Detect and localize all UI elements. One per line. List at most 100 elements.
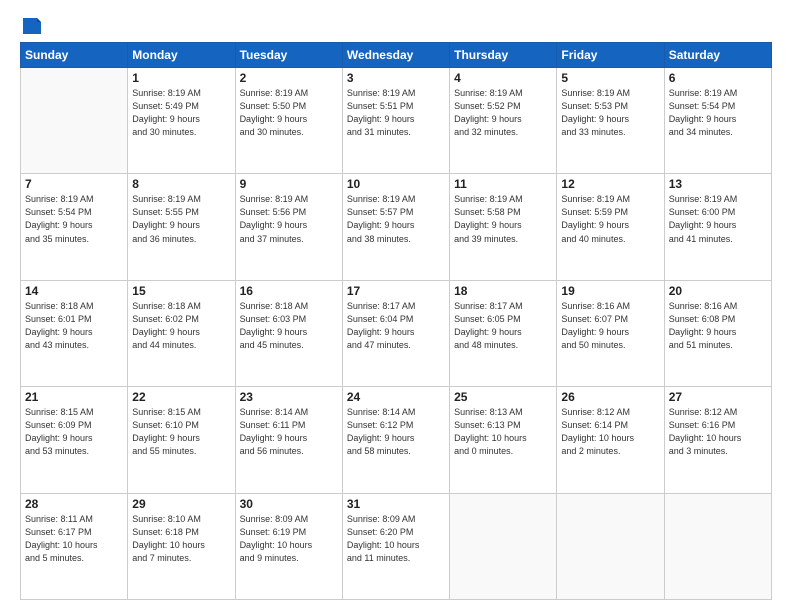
day-number: 8 (132, 177, 230, 191)
day-number: 31 (347, 497, 445, 511)
day-number: 27 (669, 390, 767, 404)
day-number: 23 (240, 390, 338, 404)
day-info: Sunrise: 8:16 AM Sunset: 6:07 PM Dayligh… (561, 300, 659, 352)
page: SundayMondayTuesdayWednesdayThursdayFrid… (0, 0, 792, 612)
col-header-sunday: Sunday (21, 43, 128, 68)
day-info: Sunrise: 8:19 AM Sunset: 5:51 PM Dayligh… (347, 87, 445, 139)
calendar-cell: 1 Sunrise: 8:19 AM Sunset: 5:49 PM Daylig… (128, 68, 235, 174)
day-info: Sunrise: 8:17 AM Sunset: 6:04 PM Dayligh… (347, 300, 445, 352)
day-number: 14 (25, 284, 123, 298)
day-number: 18 (454, 284, 552, 298)
calendar-cell: 3 Sunrise: 8:19 AM Sunset: 5:51 PM Daylig… (342, 68, 449, 174)
week-row-5: 28Sunrise: 8:11 AM Sunset: 6:17 PM Dayli… (21, 493, 772, 599)
day-info: Sunrise: 8:14 AM Sunset: 6:12 PM Dayligh… (347, 406, 445, 458)
week-row-1: 1 Sunrise: 8:19 AM Sunset: 5:49 PM Daylig… (21, 68, 772, 174)
header (20, 16, 772, 32)
day-info: Sunrise: 8:19 AM Sunset: 5:49 PM Dayligh… (132, 87, 230, 139)
week-row-2: 7Sunrise: 8:19 AM Sunset: 5:54 PM Daylig… (21, 174, 772, 280)
day-number: 25 (454, 390, 552, 404)
day-info: Sunrise: 8:19 AM Sunset: 5:55 PM Dayligh… (132, 193, 230, 245)
day-number: 20 (669, 284, 767, 298)
day-number: 11 (454, 177, 552, 191)
calendar-cell: 12 Sunrise: 8:19 AM Sunset: 5:59 PM Dayli… (557, 174, 664, 280)
day-number: 21 (25, 390, 123, 404)
day-info: Sunrise: 8:19 AM Sunset: 5:54 PM Dayligh… (669, 87, 767, 139)
day-info: Sunrise: 8:16 AM Sunset: 6:08 PM Dayligh… (669, 300, 767, 352)
day-info: Sunrise: 8:09 AM Sunset: 6:20 PM Dayligh… (347, 513, 445, 565)
calendar-cell: 14 Sunrise: 8:18 AM Sunset: 6:01 PM Dayli… (21, 280, 128, 386)
calendar-cell: 18 Sunrise: 8:17 AM Sunset: 6:05 PM Dayli… (450, 280, 557, 386)
calendar: SundayMondayTuesdayWednesdayThursdayFrid… (20, 42, 772, 600)
day-number: 12 (561, 177, 659, 191)
day-info: Sunrise: 8:15 AM Sunset: 6:10 PM Dayligh… (132, 406, 230, 458)
day-info: Sunrise: 8:14 AM Sunset: 6:11 PM Dayligh… (240, 406, 338, 458)
day-number: 9 (240, 177, 338, 191)
calendar-cell: 31 Sunrise: 8:09 AM Sunset: 6:20 PM Dayli… (342, 493, 449, 599)
col-header-wednesday: Wednesday (342, 43, 449, 68)
calendar-cell: 27 Sunrise: 8:12 AM Sunset: 6:16 PM Dayli… (664, 387, 771, 493)
calendar-cell: 4 Sunrise: 8:19 AM Sunset: 5:52 PM Daylig… (450, 68, 557, 174)
calendar-cell: 11 Sunrise: 8:19 AM Sunset: 5:58 PM Dayli… (450, 174, 557, 280)
calendar-cell: 10 Sunrise: 8:19 AM Sunset: 5:57 PM Dayli… (342, 174, 449, 280)
day-number: 16 (240, 284, 338, 298)
day-info: Sunrise: 8:18 AM Sunset: 6:02 PM Dayligh… (132, 300, 230, 352)
calendar-cell: 6 Sunrise: 8:19 AM Sunset: 5:54 PM Daylig… (664, 68, 771, 174)
calendar-cell (21, 68, 128, 174)
calendar-cell: 8 Sunrise: 8:19 AM Sunset: 5:55 PM Daylig… (128, 174, 235, 280)
calendar-cell: 13Sunrise: 8:19 AM Sunset: 6:00 PM Dayli… (664, 174, 771, 280)
day-number: 24 (347, 390, 445, 404)
calendar-cell: 16 Sunrise: 8:18 AM Sunset: 6:03 PM Dayli… (235, 280, 342, 386)
calendar-cell: 25Sunrise: 8:13 AM Sunset: 6:13 PM Dayli… (450, 387, 557, 493)
week-row-3: 14 Sunrise: 8:18 AM Sunset: 6:01 PM Dayli… (21, 280, 772, 386)
calendar-cell: 9Sunrise: 8:19 AM Sunset: 5:56 PM Daylig… (235, 174, 342, 280)
calendar-cell: 29Sunrise: 8:10 AM Sunset: 6:18 PM Dayli… (128, 493, 235, 599)
calendar-cell: 22 Sunrise: 8:15 AM Sunset: 6:10 PM Dayli… (128, 387, 235, 493)
day-number: 4 (454, 71, 552, 85)
day-info: Sunrise: 8:19 AM Sunset: 5:52 PM Dayligh… (454, 87, 552, 139)
day-number: 26 (561, 390, 659, 404)
col-header-thursday: Thursday (450, 43, 557, 68)
day-number: 10 (347, 177, 445, 191)
calendar-cell (557, 493, 664, 599)
day-info: Sunrise: 8:18 AM Sunset: 6:03 PM Dayligh… (240, 300, 338, 352)
calendar-cell: 7Sunrise: 8:19 AM Sunset: 5:54 PM Daylig… (21, 174, 128, 280)
col-header-monday: Monday (128, 43, 235, 68)
calendar-cell (450, 493, 557, 599)
logo (20, 16, 43, 32)
day-info: Sunrise: 8:18 AM Sunset: 6:01 PM Dayligh… (25, 300, 123, 352)
day-info: Sunrise: 8:17 AM Sunset: 6:05 PM Dayligh… (454, 300, 552, 352)
day-number: 17 (347, 284, 445, 298)
calendar-cell: 21 Sunrise: 8:15 AM Sunset: 6:09 PM Dayli… (21, 387, 128, 493)
calendar-header-row: SundayMondayTuesdayWednesdayThursdayFrid… (21, 43, 772, 68)
week-row-4: 21 Sunrise: 8:15 AM Sunset: 6:09 PM Dayli… (21, 387, 772, 493)
calendar-cell: 28Sunrise: 8:11 AM Sunset: 6:17 PM Dayli… (21, 493, 128, 599)
day-number: 28 (25, 497, 123, 511)
col-header-tuesday: Tuesday (235, 43, 342, 68)
day-number: 30 (240, 497, 338, 511)
calendar-cell: 26 Sunrise: 8:12 AM Sunset: 6:14 PM Dayli… (557, 387, 664, 493)
logo-icon (21, 14, 43, 36)
day-info: Sunrise: 8:19 AM Sunset: 6:00 PM Dayligh… (669, 193, 767, 245)
calendar-cell: 5 Sunrise: 8:19 AM Sunset: 5:53 PM Daylig… (557, 68, 664, 174)
day-info: Sunrise: 8:15 AM Sunset: 6:09 PM Dayligh… (25, 406, 123, 458)
day-number: 1 (132, 71, 230, 85)
day-info: Sunrise: 8:12 AM Sunset: 6:16 PM Dayligh… (669, 406, 767, 458)
calendar-cell: 23 Sunrise: 8:14 AM Sunset: 6:11 PM Dayli… (235, 387, 342, 493)
calendar-cell: 2Sunrise: 8:19 AM Sunset: 5:50 PM Daylig… (235, 68, 342, 174)
day-info: Sunrise: 8:19 AM Sunset: 5:58 PM Dayligh… (454, 193, 552, 245)
day-number: 6 (669, 71, 767, 85)
day-info: Sunrise: 8:19 AM Sunset: 5:57 PM Dayligh… (347, 193, 445, 245)
day-number: 22 (132, 390, 230, 404)
day-info: Sunrise: 8:19 AM Sunset: 5:53 PM Dayligh… (561, 87, 659, 139)
calendar-cell: 30Sunrise: 8:09 AM Sunset: 6:19 PM Dayli… (235, 493, 342, 599)
calendar-cell: 20 Sunrise: 8:16 AM Sunset: 6:08 PM Dayli… (664, 280, 771, 386)
day-info: Sunrise: 8:19 AM Sunset: 5:59 PM Dayligh… (561, 193, 659, 245)
day-info: Sunrise: 8:12 AM Sunset: 6:14 PM Dayligh… (561, 406, 659, 458)
calendar-cell: 24 Sunrise: 8:14 AM Sunset: 6:12 PM Dayli… (342, 387, 449, 493)
day-info: Sunrise: 8:10 AM Sunset: 6:18 PM Dayligh… (132, 513, 230, 565)
day-number: 7 (25, 177, 123, 191)
day-number: 15 (132, 284, 230, 298)
calendar-cell: 19Sunrise: 8:16 AM Sunset: 6:07 PM Dayli… (557, 280, 664, 386)
day-number: 3 (347, 71, 445, 85)
day-number: 5 (561, 71, 659, 85)
